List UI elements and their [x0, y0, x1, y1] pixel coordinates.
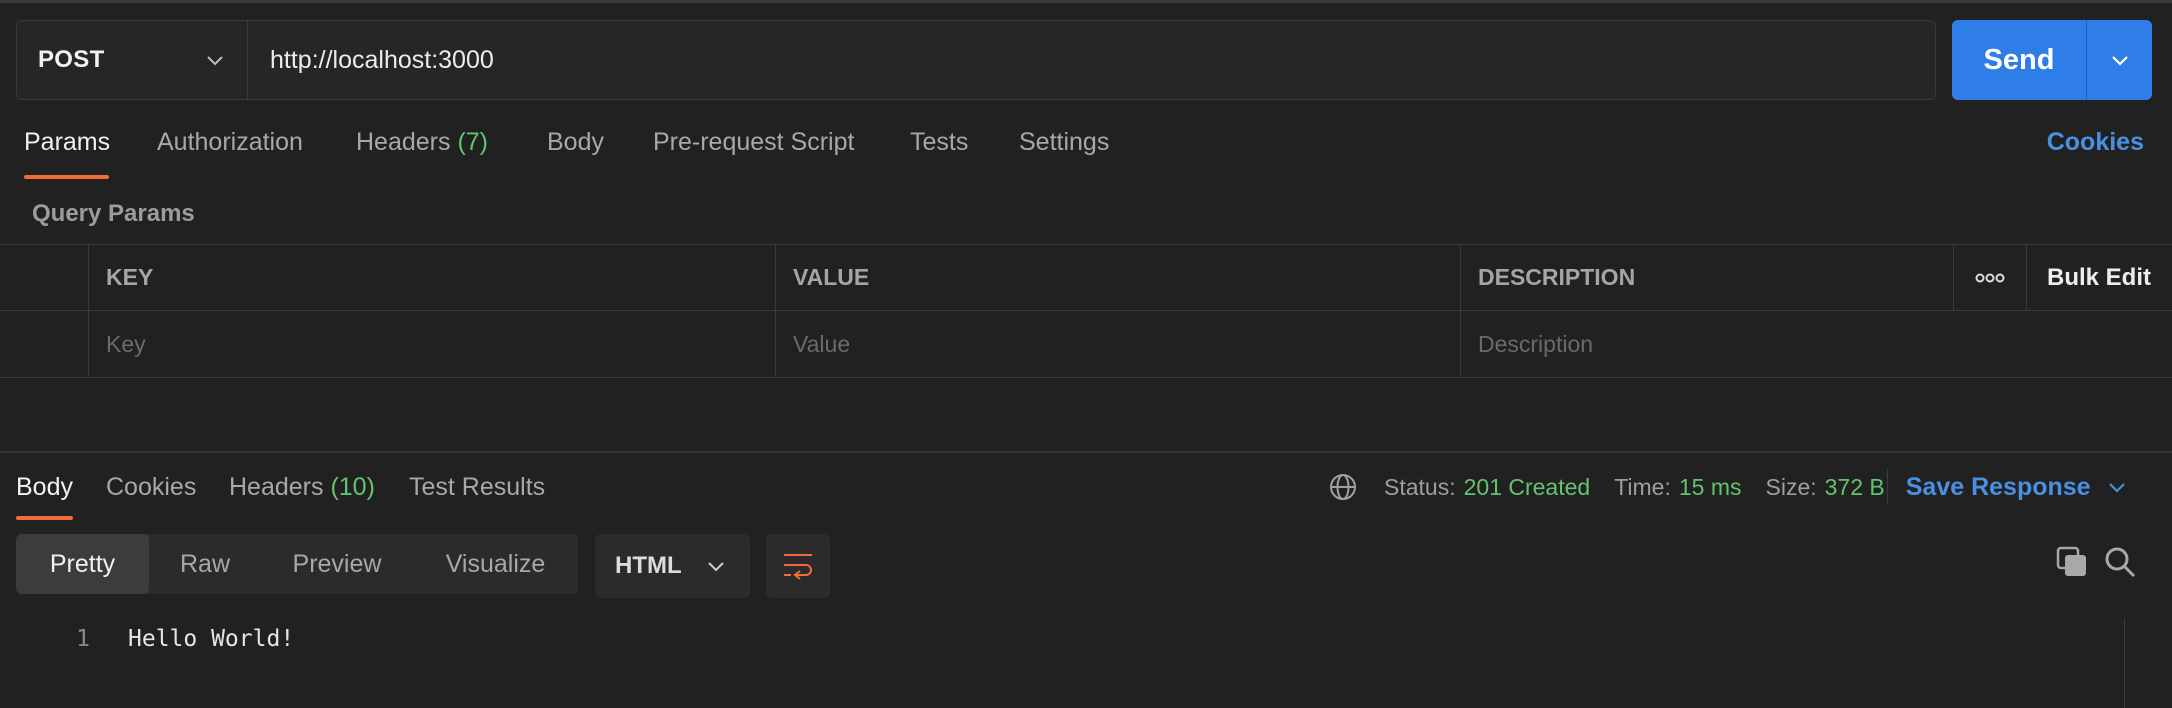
- send-button[interactable]: Send: [1952, 20, 2087, 100]
- copy-icon: [2056, 546, 2086, 576]
- size-value[interactable]: 372 B: [1825, 474, 1885, 501]
- response-headers-count-badge: (10): [330, 473, 375, 501]
- headers-count-badge: (7): [457, 128, 489, 156]
- tab-tests[interactable]: Tests: [910, 128, 968, 157]
- description-cell: [1460, 311, 2172, 377]
- cookies-link[interactable]: Cookies: [2047, 128, 2144, 157]
- column-header-description: DESCRIPTION: [1460, 245, 1953, 310]
- status-divider: [1886, 469, 1888, 505]
- request-tabs: Params Authorization Headers (7) Body Pr…: [0, 128, 2172, 180]
- method-label: POST: [38, 46, 105, 73]
- response-status-bar: Status: 201 Created Time: 15 ms Size: 37…: [1328, 469, 2127, 505]
- tab-pre-request-script[interactable]: Pre-request Script: [653, 128, 854, 157]
- view-mode-segmented-control: Pretty Raw Preview Visualize: [16, 534, 578, 594]
- more-horizontal-icon: [1975, 273, 2005, 282]
- column-header-value: VALUE: [775, 245, 1460, 310]
- copy-button[interactable]: [2054, 544, 2090, 580]
- editor-scrollbar[interactable]: [2124, 618, 2125, 708]
- search-icon: [2105, 547, 2136, 578]
- response-tab-cookies[interactable]: Cookies: [106, 473, 196, 502]
- tab-body[interactable]: Body: [547, 128, 604, 157]
- column-header-key: KEY: [88, 245, 775, 310]
- response-tab-body[interactable]: Body: [16, 473, 73, 502]
- table-header-row: KEY VALUE DESCRIPTION Bulk Edit: [0, 245, 2172, 311]
- status-value[interactable]: 201 Created: [1464, 474, 1591, 501]
- method-select[interactable]: POST: [17, 21, 248, 99]
- time-value[interactable]: 15 ms: [1679, 474, 1742, 501]
- more-options-button[interactable]: [1953, 245, 2026, 310]
- wrap-lines-icon: [784, 554, 812, 580]
- search-button[interactable]: [2102, 544, 2138, 580]
- view-mode-preview[interactable]: Preview: [261, 534, 413, 594]
- save-response-button[interactable]: Save Response: [1906, 473, 2127, 502]
- response-body-editor[interactable]: 1 Hello World!: [0, 618, 2124, 708]
- response-pane-divider[interactable]: [0, 451, 2172, 453]
- code-line: Hello World!: [128, 626, 295, 652]
- globe-icon[interactable]: [1328, 472, 1358, 502]
- window-top-border: [0, 0, 2172, 3]
- tab-headers-label: Headers: [356, 128, 451, 156]
- tab-settings[interactable]: Settings: [1019, 128, 1109, 157]
- bulk-edit-button[interactable]: Bulk Edit: [2026, 245, 2172, 310]
- time-label: Time:: [1614, 473, 1671, 500]
- active-tab-indicator: [16, 516, 73, 520]
- status-label: Status:: [1384, 473, 1456, 500]
- description-input[interactable]: [1478, 330, 2138, 358]
- wrap-lines-button[interactable]: [766, 534, 830, 598]
- request-bar: POST http://localhost:3000: [16, 20, 1936, 100]
- chevron-down-icon: [2110, 50, 2130, 70]
- send-options-button[interactable]: [2087, 20, 2152, 100]
- tab-authorization[interactable]: Authorization: [157, 128, 303, 157]
- key-input[interactable]: [106, 330, 742, 358]
- query-params-title: Query Params: [32, 200, 195, 227]
- view-mode-visualize[interactable]: Visualize: [413, 534, 578, 594]
- tab-headers[interactable]: Headers (7): [356, 128, 488, 157]
- value-input[interactable]: [793, 330, 1427, 358]
- value-cell: [775, 311, 1460, 377]
- line-number: 1: [76, 626, 90, 652]
- table-row: [0, 311, 2172, 377]
- key-cell: [88, 311, 775, 377]
- chevron-down-icon: [205, 50, 225, 70]
- chevron-down-icon: [2107, 477, 2127, 497]
- view-mode-raw[interactable]: Raw: [149, 534, 261, 594]
- response-tab-headers[interactable]: Headers (10): [229, 473, 375, 502]
- language-select[interactable]: HTML: [595, 534, 750, 598]
- save-response-label: Save Response: [1905, 472, 2091, 501]
- query-params-table: KEY VALUE DESCRIPTION Bulk Edit: [0, 244, 2172, 378]
- tab-params[interactable]: Params: [24, 128, 110, 157]
- send-button-group: Send: [1952, 20, 2152, 100]
- size-label: Size:: [1765, 473, 1817, 500]
- view-mode-pretty[interactable]: Pretty: [16, 534, 149, 594]
- response-tab-test-results[interactable]: Test Results: [409, 473, 545, 502]
- response-tab-headers-label: Headers: [229, 473, 324, 501]
- language-label: HTML: [615, 552, 682, 579]
- chevron-down-icon: [706, 556, 726, 576]
- active-tab-indicator: [24, 175, 109, 179]
- url-input[interactable]: http://localhost:3000: [248, 21, 1935, 99]
